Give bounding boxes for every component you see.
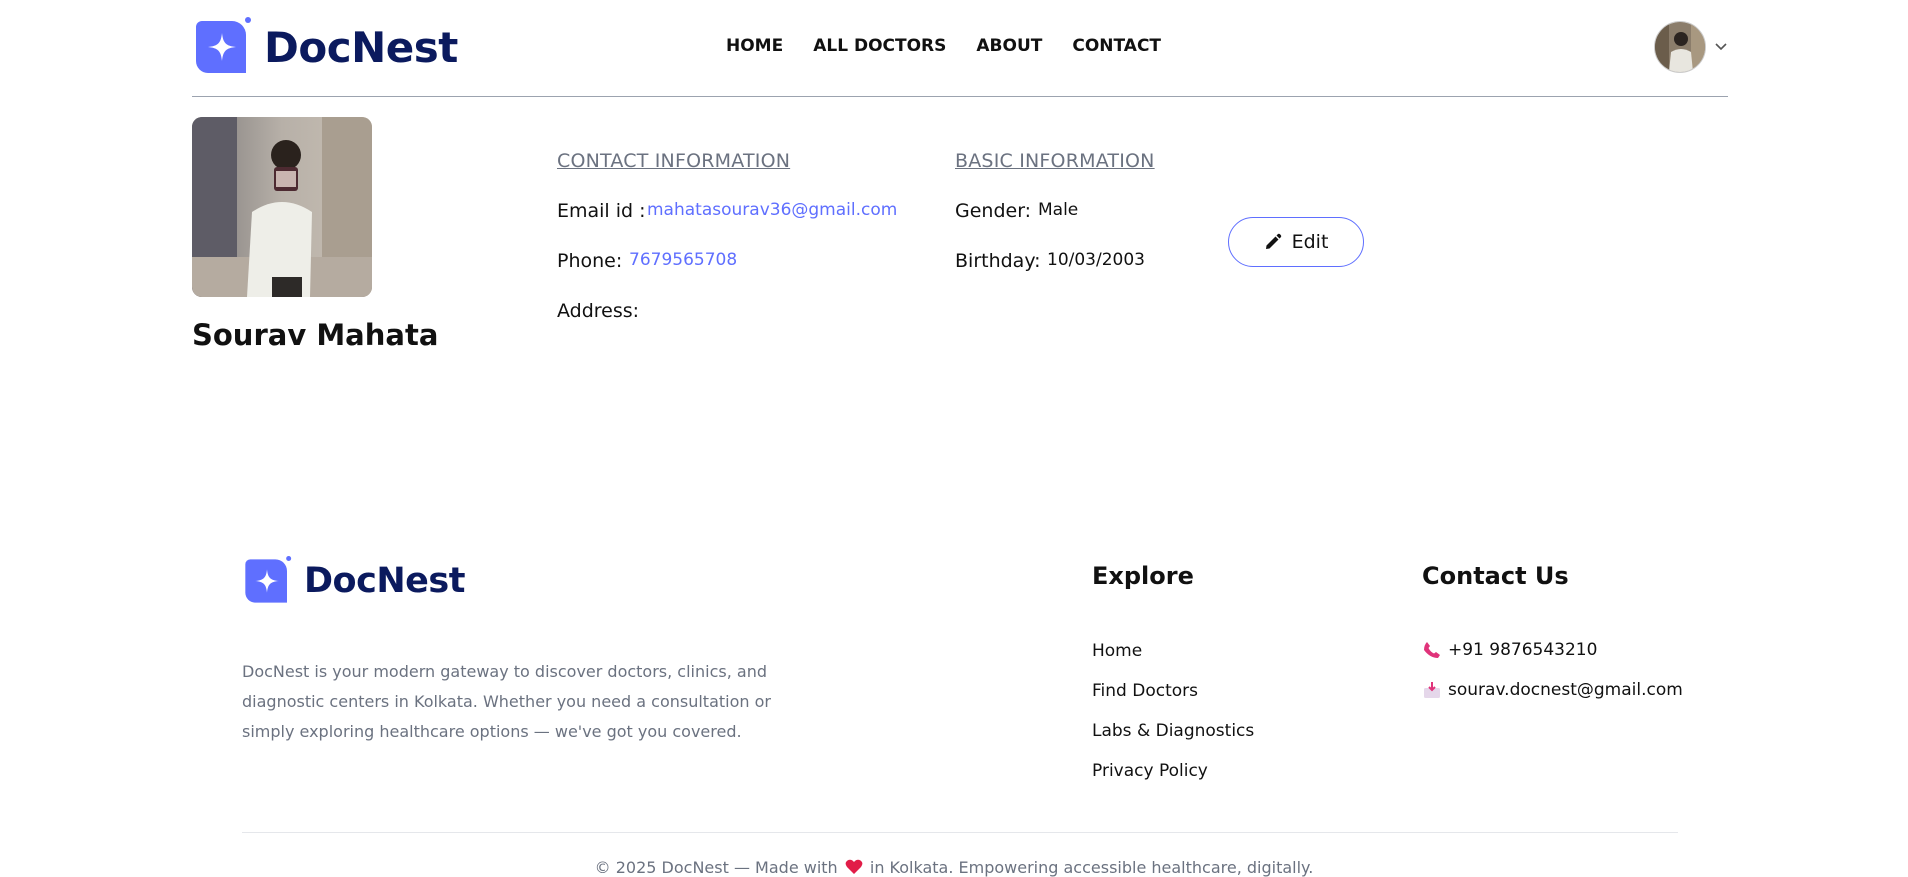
footer-description: DocNest is your modern gateway to discov… [242, 662, 771, 741]
avatar[interactable] [1654, 21, 1706, 73]
footer-link-labs-diagnostics[interactable]: Labs & Diagnostics [1092, 721, 1254, 741]
header: DocNest HOME ALL DOCTORS ABOUT CONTACT [192, 0, 1728, 97]
footer-logo-icon [245, 556, 292, 603]
basic-info-heading: BASIC INFORMATION [955, 150, 1155, 172]
footer-phone[interactable]: +91 9876543210 [1422, 640, 1597, 660]
edit-button[interactable]: Edit [1228, 217, 1364, 267]
phone-icon [1424, 642, 1440, 658]
gender-value: Male [1038, 200, 1079, 220]
heart-icon [845, 859, 863, 874]
nav-about[interactable]: ABOUT [976, 36, 1042, 56]
email-value[interactable]: mahatasourav36@gmail.com [647, 200, 897, 220]
contact-info-heading: CONTACT INFORMATION [557, 150, 791, 172]
gender-label: Gender: [955, 200, 1032, 222]
footer-divider [242, 832, 1678, 833]
nav-home[interactable]: HOME [726, 36, 783, 56]
footer-link-find-doctors[interactable]: Find Doctors [1092, 681, 1198, 701]
chevron-down-icon [1715, 43, 1727, 51]
phone-value[interactable]: 7679565708 [629, 250, 737, 270]
inbox-icon [1424, 682, 1440, 698]
email-label: Email id : [557, 200, 646, 222]
logo-text: DocNest [264, 22, 458, 72]
pencil-icon [1265, 233, 1281, 249]
logo-icon [196, 17, 251, 73]
explore-heading: Explore [1092, 562, 1194, 590]
footer-phone-text: +91 9876543210 [1448, 640, 1598, 660]
avatar-photo [1655, 22, 1705, 72]
footer-email-text: sourav.docnest@gmail.com [1448, 680, 1683, 700]
footer-logo[interactable]: DocNest [242, 556, 465, 606]
copyright: © 2025 DocNest — Made with in Kolkata. E… [0, 858, 1908, 877]
copyright-text-end: in Kolkata. Empowering accessible health… [869, 858, 1314, 877]
logo[interactable]: DocNest [192, 17, 458, 77]
copyright-text-start: © 2025 DocNest — Made with [594, 858, 838, 877]
nav-all-doctors[interactable]: ALL DOCTORS [813, 36, 946, 56]
birthday-label: Birthday: [955, 250, 1041, 272]
user-menu[interactable] [1654, 21, 1728, 73]
footer-link-privacy-policy[interactable]: Privacy Policy [1092, 761, 1208, 781]
contact-us-heading: Contact Us [1422, 562, 1569, 590]
address-label: Address: [557, 300, 640, 322]
profile-name: Sourav Mahata [192, 318, 439, 352]
footer-logo-text: DocNest [304, 561, 465, 601]
footer-email[interactable]: sourav.docnest@gmail.com [1422, 680, 1683, 700]
footer-link-home[interactable]: Home [1092, 641, 1142, 661]
main-nav: HOME ALL DOCTORS ABOUT CONTACT [726, 36, 1161, 56]
birthday-value: 10/03/2003 [1047, 250, 1145, 270]
phone-label: Phone: [557, 250, 623, 272]
edit-label: Edit [1291, 231, 1329, 253]
nav-contact[interactable]: CONTACT [1072, 36, 1161, 56]
profile-photo [192, 117, 372, 297]
